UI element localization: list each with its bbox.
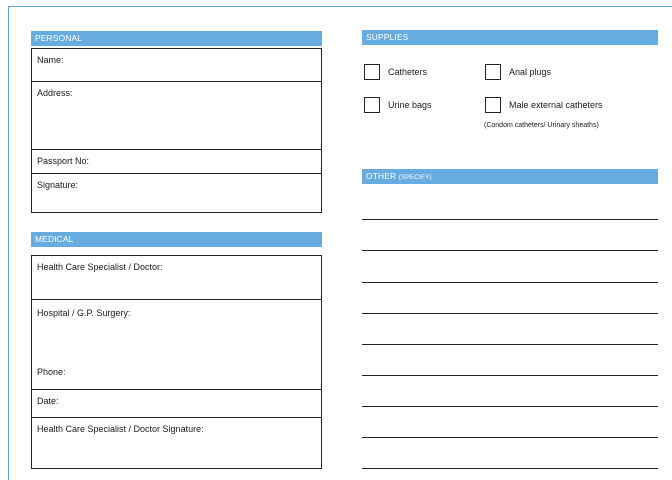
male-external-catheters-label: Male external catheters	[509, 100, 603, 110]
catheters-checkbox[interactable]	[364, 64, 380, 80]
hospital-phone-field[interactable]: Hospital / G.P. Surgery: Phone:	[31, 299, 322, 389]
name-label: Name:	[37, 55, 64, 65]
date-label: Date:	[37, 396, 59, 406]
passport-label: Passport No:	[37, 156, 90, 166]
signature-field[interactable]: Signature:	[31, 173, 322, 213]
signature-label: Signature:	[37, 180, 79, 190]
doctor-signature-field[interactable]: Health Care Specialist / Doctor Signatur…	[31, 417, 322, 469]
anal-plugs-checkbox[interactable]	[485, 64, 501, 80]
supplies-header-label: SUPPLIES	[366, 32, 409, 42]
urine-bags-checkbox[interactable]	[364, 97, 380, 113]
anal-plugs-label: Anal plugs	[509, 67, 552, 77]
catheters-label: Catheters	[388, 67, 428, 77]
male-external-catheters-option[interactable]: Male external catheters	[485, 97, 603, 113]
name-field[interactable]: Name:	[31, 48, 322, 81]
other-section-header: OTHER (SPECIFY)	[362, 169, 658, 184]
other-line[interactable]	[362, 375, 658, 376]
catheters-option[interactable]: Catheters	[364, 64, 427, 80]
other-line[interactable]	[362, 344, 658, 345]
other-line[interactable]	[362, 406, 658, 407]
address-label: Address:	[37, 88, 73, 98]
medical-header-label: MEDICAL	[35, 234, 74, 244]
date-field[interactable]: Date:	[31, 389, 322, 417]
other-line[interactable]	[362, 219, 658, 220]
doctor-field[interactable]: Health Care Specialist / Doctor:	[31, 255, 322, 299]
male-external-catheters-checkbox[interactable]	[485, 97, 501, 113]
personal-header-label: PERSONAL	[35, 33, 83, 43]
other-header-label: OTHER	[366, 171, 397, 181]
phone-label: Phone:	[37, 367, 66, 377]
supplies-section-header: SUPPLIES	[362, 30, 658, 45]
medical-section-header: MEDICAL	[31, 232, 322, 247]
other-line[interactable]	[362, 282, 658, 283]
supplies-note: (Condom catheters/ Urinary sheaths)	[484, 122, 599, 129]
urine-bags-option[interactable]: Urine bags	[364, 97, 432, 113]
hospital-label: Hospital / G.P. Surgery:	[37, 308, 131, 318]
other-header-specify: (SPECIFY)	[398, 174, 432, 181]
other-line[interactable]	[362, 250, 658, 251]
other-line[interactable]	[362, 468, 658, 469]
personal-section-header: PERSONAL	[31, 31, 322, 46]
passport-field[interactable]: Passport No:	[31, 149, 322, 173]
doctor-label: Health Care Specialist / Doctor:	[37, 262, 163, 272]
doctor-signature-label: Health Care Specialist / Doctor Signatur…	[37, 424, 204, 434]
address-field[interactable]: Address:	[31, 81, 322, 149]
anal-plugs-option[interactable]: Anal plugs	[485, 64, 551, 80]
other-line[interactable]	[362, 437, 658, 438]
other-line[interactable]	[362, 313, 658, 314]
urine-bags-label: Urine bags	[388, 100, 432, 110]
